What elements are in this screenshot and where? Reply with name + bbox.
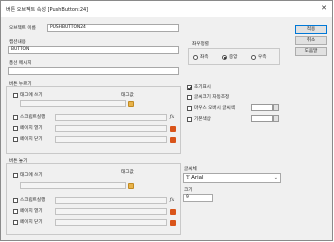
default-color-picker-button[interactable] (273, 115, 279, 122)
press-script-label: 스크립트실행 (20, 115, 46, 120)
font-value: Arial (191, 175, 204, 181)
hover-text-color-label: 마우스 오버시 글씨색 (194, 106, 235, 111)
release-tag-value-field[interactable] (20, 182, 126, 189)
press-open-page-checkbox[interactable] (13, 126, 18, 131)
folder-icon[interactable] (128, 101, 134, 107)
window-title: 버튼 오브젝트 속성 [PushButton:24] (6, 7, 89, 13)
press-tag-label: 태그값 (121, 93, 134, 98)
press-close-page-field[interactable] (55, 136, 167, 143)
auto-font-size-checkbox[interactable] (187, 95, 192, 100)
align-label: 좌우정렬 (192, 42, 209, 47)
press-group: 태그값 태그에 쓰기 스크립트실행 fx 페이지 열기 페이지 닫기 (6, 86, 181, 154)
properties-dialog: 버튼 오브젝트 속성 [PushButton:24] ✕ 오브젝트 이름 PUS… (0, 0, 333, 241)
press-script-checkbox[interactable] (13, 115, 18, 120)
title-bar: 버튼 오브젝트 속성 [PushButton:24] ✕ (1, 1, 332, 17)
truetype-icon: Ŧ (186, 175, 190, 181)
font-select[interactable]: Ŧ Arial ⌄ (183, 173, 281, 183)
size-input[interactable]: 9 (183, 194, 213, 202)
tooltip-label: 풍선 메시지 (9, 61, 32, 66)
press-close-page-checkbox[interactable] (13, 137, 18, 142)
release-group: 태그값 태그에 쓰기 스크립트실행 fx 페이지 열기 페이지 닫기 (6, 163, 181, 235)
initial-display-checkbox[interactable] (187, 85, 192, 90)
tooltip-input[interactable] (8, 67, 179, 75)
auto-font-size-label: 글씨크기 자동조정 (194, 95, 230, 100)
object-name-input[interactable]: PUSHBUTTON24 (47, 24, 179, 32)
align-left-radio[interactable] (193, 55, 198, 60)
cancel-button[interactable]: 취소 (295, 36, 327, 45)
chevron-down-icon[interactable]: ⌄ (274, 174, 278, 182)
release-script-checkbox[interactable] (13, 198, 18, 203)
release-close-page-field[interactable] (55, 219, 167, 226)
press-open-page-field[interactable] (55, 125, 167, 132)
release-script-field[interactable] (55, 197, 167, 204)
initial-display-label: 초기표시 (194, 85, 211, 90)
align-right-label: 우측 (258, 55, 267, 60)
align-right-radio[interactable] (251, 55, 256, 60)
fx-icon[interactable]: fx (169, 197, 175, 203)
press-write-tag-label: 태그에 쓰기 (20, 93, 43, 98)
hover-color-swatch[interactable] (251, 104, 273, 111)
help-button[interactable]: 도움말 (295, 47, 327, 56)
align-left-label: 좌측 (200, 55, 209, 60)
page-icon[interactable] (170, 220, 176, 226)
release-write-tag-checkbox[interactable] (13, 173, 18, 178)
press-write-tag-checkbox[interactable] (13, 93, 18, 98)
caption-input[interactable]: BUTTON (8, 46, 179, 54)
default-color-swatch[interactable] (251, 115, 273, 122)
press-script-field[interactable] (55, 114, 167, 121)
default-color-checkbox[interactable] (187, 117, 192, 122)
align-center-radio[interactable] (222, 55, 227, 60)
hover-color-picker-button[interactable] (273, 104, 279, 111)
press-tag-value-field[interactable] (20, 100, 126, 107)
close-icon[interactable]: ✕ (319, 4, 329, 13)
release-open-page-checkbox[interactable] (13, 209, 18, 214)
release-write-tag-label: 태그에 쓰기 (20, 173, 43, 178)
default-color-label: 기본색상 (194, 117, 211, 122)
apply-button[interactable]: 적용 (295, 25, 327, 34)
page-icon[interactable] (170, 137, 176, 143)
size-label: 크기 (184, 188, 193, 193)
release-open-page-label: 페이지 열기 (20, 209, 43, 214)
release-close-page-label: 페이지 닫기 (20, 220, 43, 225)
caption-label: 캡션내용 (9, 40, 26, 45)
page-icon[interactable] (170, 126, 176, 132)
align-group: 좌측 중앙 우측 (188, 48, 280, 65)
hover-text-color-checkbox[interactable] (187, 106, 192, 111)
release-tag-label: 태그값 (121, 170, 134, 175)
release-close-page-checkbox[interactable] (13, 220, 18, 225)
press-close-page-label: 페이지 닫기 (20, 137, 43, 142)
release-script-label: 스크립트실행 (20, 198, 46, 203)
release-open-page-field[interactable] (55, 208, 167, 215)
fx-icon[interactable]: fx (169, 114, 175, 120)
align-center-label: 중앙 (229, 55, 238, 60)
font-label: 글씨체 (184, 167, 197, 172)
page-icon[interactable] (170, 209, 176, 215)
folder-icon[interactable] (128, 183, 134, 189)
object-name-label: 오브젝트 이름 (9, 26, 36, 31)
press-open-page-label: 페이지 열기 (20, 126, 43, 131)
